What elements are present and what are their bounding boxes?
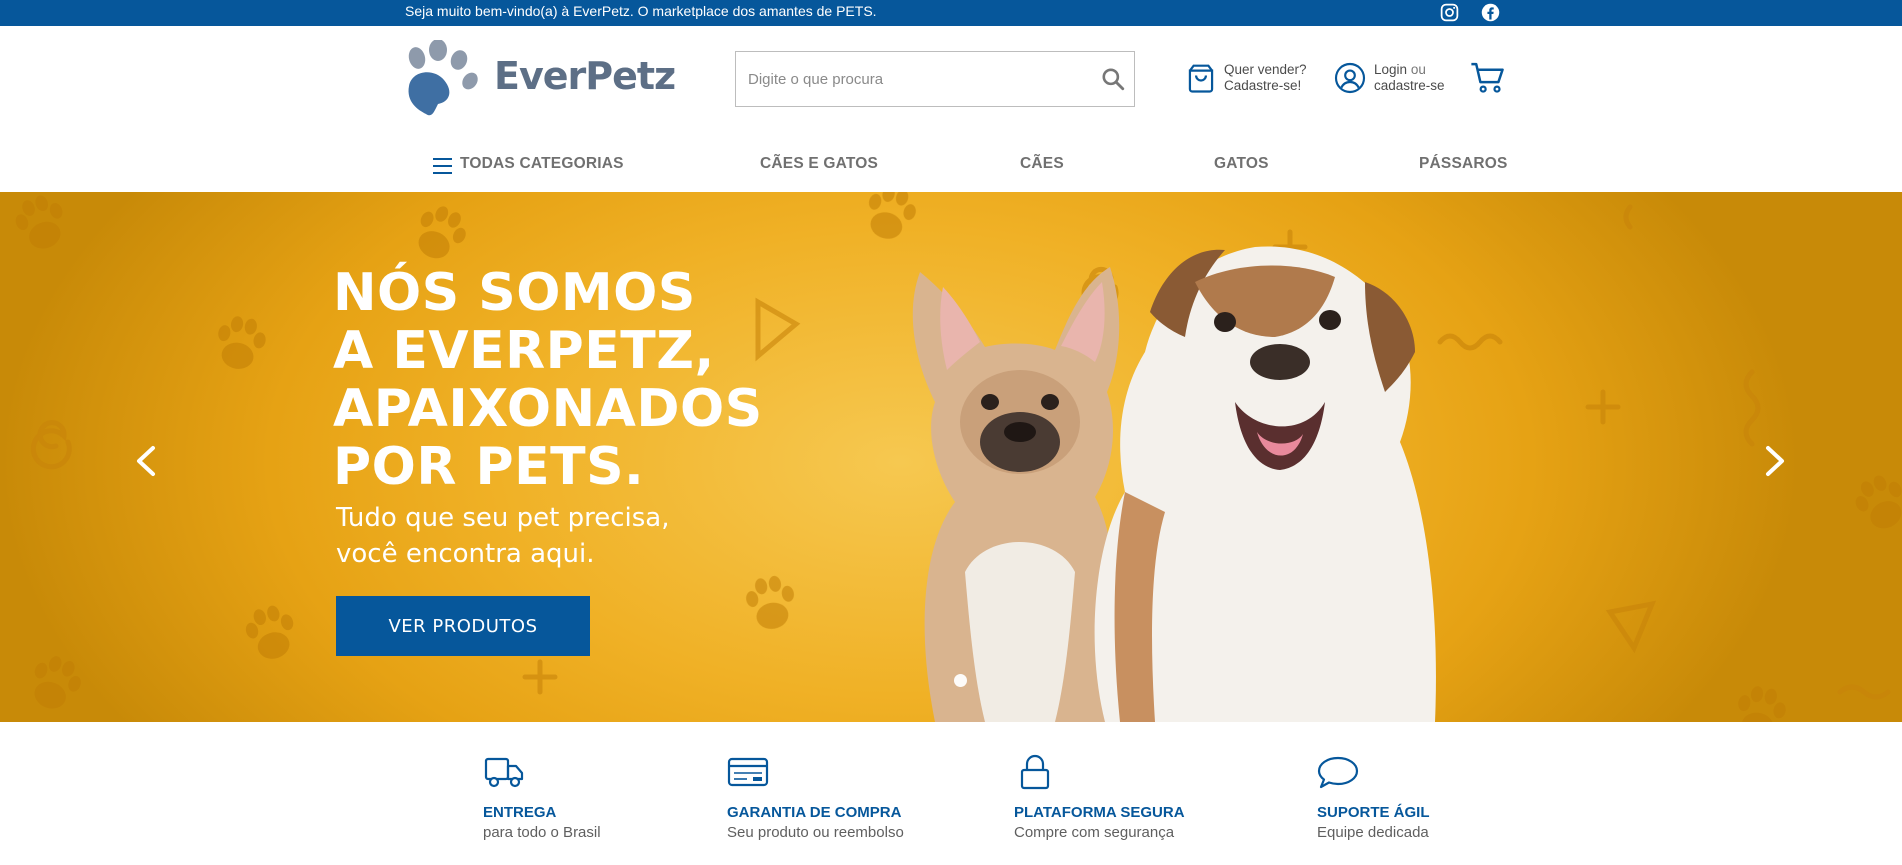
view-products-button[interactable]: VER PRODUTOS (336, 596, 590, 656)
everpetz-logo[interactable]: EverPetz (404, 40, 676, 118)
chat-bubble-icon (1317, 756, 1359, 789)
dogs-illustration (912, 246, 1436, 722)
truck-icon (484, 757, 524, 788)
nav-caes-e-gatos[interactable]: CÃES E GATOS (760, 155, 878, 173)
top-bar: Seja muito bem-vindo(a) à EverPetz. O ma… (0, 0, 1902, 26)
french-bulldog-image (912, 267, 1120, 722)
nav-passaros[interactable]: PÁSSAROS (1419, 155, 1508, 173)
feature-description: Compre com segurança (1014, 824, 1175, 841)
login-link[interactable]: Login ou cadastre-se (1334, 62, 1445, 94)
feature-description: Seu produto ou reembolso (727, 824, 904, 841)
hero-subtitle-line: você encontra aqui. (336, 539, 595, 569)
carousel-dot-active[interactable] (954, 674, 967, 687)
feature-secure-platform: PLATAFORMA SEGURA Compre com segurança (1014, 754, 1185, 841)
instagram-icon[interactable] (1439, 2, 1460, 23)
login-or: ou (1410, 62, 1426, 77)
feature-delivery: ENTREGA para todo o Brasil (483, 754, 601, 841)
search-input[interactable] (736, 52, 1076, 106)
welcome-message: Seja muito bem-vindo(a) à EverPetz. O ma… (405, 3, 877, 19)
sell-signup: Cadastre-se! (1224, 78, 1302, 93)
features-strip: ENTREGA para todo o Brasil GARANTIA DE C… (0, 722, 1902, 865)
sell-question: Quer vender? (1224, 62, 1307, 77)
search-box (735, 51, 1135, 107)
login-label: Login (1374, 62, 1408, 77)
hero-banner: NÓS SOMOS A EVERPETZ, APAIXONADOS POR PE… (0, 192, 1902, 722)
feature-guarantee: GARANTIA DE COMPRA Seu produto ou reembo… (727, 754, 904, 841)
feature-description: para todo o Brasil (483, 824, 601, 841)
feature-title: PLATAFORMA SEGURA (1014, 804, 1185, 821)
facebook-icon[interactable] (1480, 2, 1501, 23)
english-bulldog-image (1094, 246, 1436, 722)
hero-title-line: NÓS SOMOS (333, 263, 696, 323)
feature-title: SUPORTE ÁGIL (1317, 804, 1430, 821)
hero-title-line: A EVERPETZ, (333, 321, 715, 381)
hero-title: NÓS SOMOS A EVERPETZ, APAIXONADOS POR PE… (333, 264, 853, 496)
hero-title-line: APAIXONADOS (333, 379, 763, 439)
menu-icon[interactable] (433, 158, 452, 174)
logo-wordmark: EverPetz (494, 54, 676, 98)
lock-icon (1020, 754, 1050, 790)
shopping-bag-icon (1188, 64, 1214, 93)
hero-title-line: POR PETS. (333, 437, 645, 497)
login-signup: cadastre-se (1374, 78, 1445, 93)
shopping-cart-icon[interactable] (1470, 61, 1506, 95)
nav-all-categories[interactable]: TODAS CATEGORIAS (460, 155, 624, 173)
paw-logo-icon (408, 40, 478, 116)
main-navigation: TODAS CATEGORIAS CÃES E GATOS CÃES GATOS… (0, 146, 1902, 182)
feature-title: GARANTIA DE COMPRA (727, 804, 902, 821)
feature-description: Equipe dedicada (1317, 824, 1429, 841)
hero-subtitle-line: Tudo que seu pet precisa, (336, 503, 670, 533)
feature-support: SUPORTE ÁGIL Equipe dedicada (1317, 754, 1430, 841)
credit-card-icon (727, 757, 769, 787)
carousel-prev-arrow-icon[interactable] (133, 444, 159, 478)
nav-gatos[interactable]: GATOS (1214, 155, 1269, 173)
carousel-next-arrow-icon[interactable] (1762, 444, 1788, 478)
hero-subtitle: Tudo que seu pet precisa, você encontra … (336, 500, 669, 572)
feature-title: ENTREGA (483, 804, 557, 821)
site-header: EverPetz Quer vender? Cadastre-se! Login… (0, 26, 1902, 192)
user-icon (1334, 62, 1366, 94)
carousel-indicators (954, 674, 967, 687)
nav-caes[interactable]: CÃES (1020, 155, 1064, 173)
search-icon[interactable] (1100, 66, 1126, 92)
sell-link[interactable]: Quer vender? Cadastre-se! (1186, 62, 1307, 94)
